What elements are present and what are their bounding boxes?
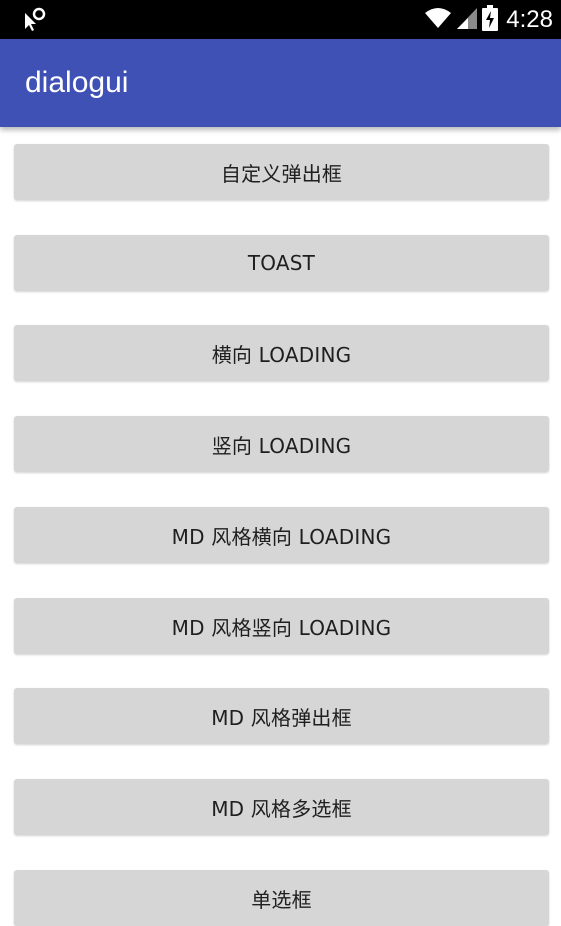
toast-button[interactable]: TOAST — [14, 235, 549, 291]
signal-icon — [456, 6, 478, 34]
md-horizontal-loading-button[interactable]: MD 风格横向 LOADING — [14, 507, 549, 563]
md-vertical-loading-button[interactable]: MD 风格竖向 LOADING — [14, 598, 549, 654]
app-title: dialogui — [25, 66, 129, 99]
vertical-loading-button[interactable]: 竖向 LOADING — [14, 416, 549, 472]
battery-charging-icon — [482, 4, 499, 35]
single-select-button[interactable]: 单选框 — [14, 870, 549, 926]
status-icons: 4:28 — [424, 0, 553, 39]
app-bar: dialogui — [0, 39, 561, 127]
md-multi-select-button[interactable]: MD 风格多选框 — [14, 779, 549, 835]
custom-dialog-button[interactable]: 自定义弹出框 — [14, 144, 549, 200]
horizontal-loading-button[interactable]: 横向 LOADING — [14, 325, 549, 381]
wifi-icon — [424, 6, 452, 34]
button-list: 自定义弹出框 TOAST 横向 LOADING 竖向 LOADING MD 风格… — [0, 127, 561, 926]
md-dialog-button[interactable]: MD 风格弹出框 — [14, 688, 549, 744]
cursor-icon — [22, 4, 52, 34]
status-time: 4:28 — [506, 5, 553, 33]
status-bar: 4:28 — [0, 0, 561, 39]
